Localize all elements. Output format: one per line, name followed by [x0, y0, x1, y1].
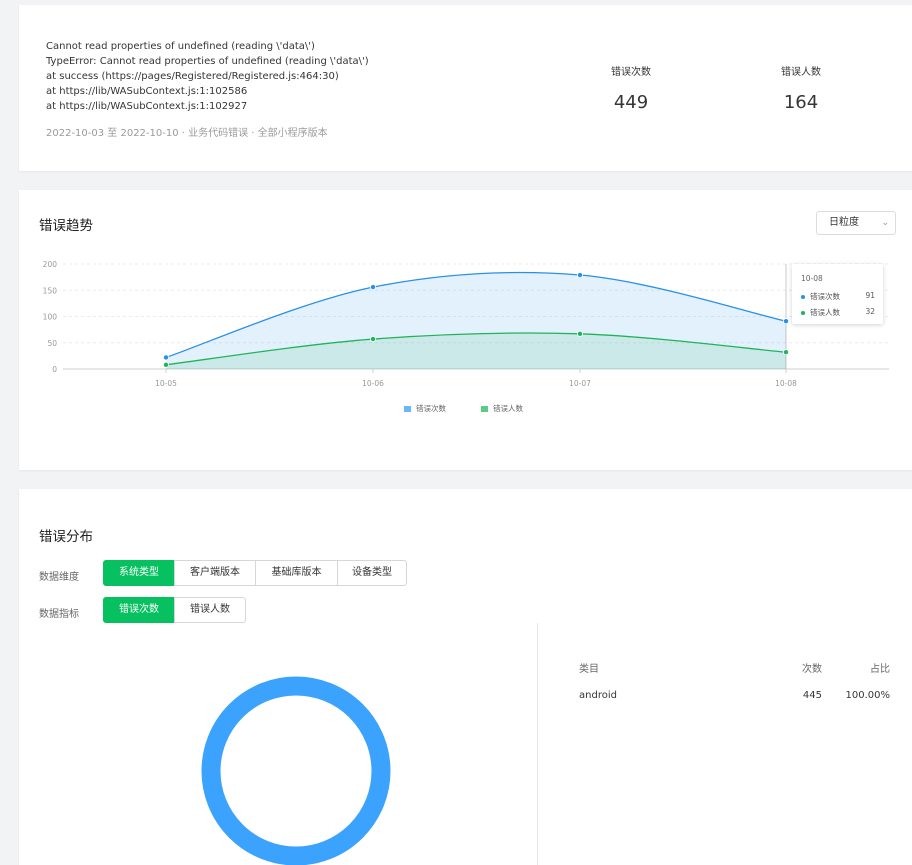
- y-tick-label: 50: [47, 339, 57, 348]
- legend-item-users[interactable]: 错误人数: [481, 403, 523, 414]
- error-trend-card: 错误趋势 日粒度 ⌄ 200 150 100 50 0 10-05 10-06 10-07 10…: [19, 190, 912, 470]
- data-point: [369, 336, 376, 343]
- data-point: [577, 272, 584, 279]
- divider: [537, 623, 538, 865]
- cell-ratio: 100.00%: [845, 690, 891, 701]
- stat-error-users: 错误人数 164: [741, 63, 861, 113]
- data-point: [162, 354, 169, 361]
- chart-tooltip: 10-08 错误次数 91 错误人数 32: [792, 264, 883, 324]
- error-line: at https://lib/WASubContext.js:1:102586: [46, 86, 248, 97]
- x-tick-label: 10-07: [569, 379, 591, 388]
- tooltip-date: 10-08: [801, 274, 823, 283]
- error-distribution-card: 错误分布 数据维度 系统类型 客户端版本 基础库版本 设备类型 数据指标 错误次…: [19, 489, 912, 865]
- tooltip-value: 32: [865, 307, 875, 316]
- stat-value: 164: [783, 92, 819, 113]
- y-tick-label: 100: [43, 313, 58, 322]
- error-summary-card: Cannot read properties of undefined (rea…: [19, 5, 912, 171]
- series-dot-icon: [801, 295, 805, 299]
- error-line: at https://lib/WASubContext.js:1:102927: [46, 101, 248, 112]
- y-tick-label: 150: [43, 286, 58, 295]
- stat-label: 错误人数: [781, 67, 821, 78]
- tooltip-label: 错误次数: [810, 292, 840, 301]
- legend-swatch: [404, 406, 411, 412]
- error-stack: Cannot read properties of undefined (rea…: [46, 39, 369, 114]
- cell-count: 445: [802, 690, 822, 701]
- legend-label: 错误人数: [493, 404, 523, 413]
- x-tick-label: 10-06: [362, 379, 384, 388]
- data-point: [783, 318, 790, 325]
- col-header-ratio: 占比: [870, 664, 890, 675]
- trend-chart: 200 150 100 50 0 10-05 10-06 10-07 10-08: [43, 260, 889, 388]
- tooltip-label: 错误人数: [810, 308, 840, 317]
- legend-swatch: [481, 406, 488, 412]
- y-tick-label: 200: [43, 260, 58, 269]
- x-tick-label: 10-08: [775, 379, 797, 388]
- stat-label: 错误次数: [611, 67, 651, 78]
- distribution-donut-chart: [201, 676, 391, 865]
- cell-category: android: [579, 690, 617, 701]
- tooltip-value: 91: [865, 291, 875, 300]
- tooltip-row: 错误人数 32: [801, 307, 875, 318]
- y-tick-label: 0: [52, 365, 57, 374]
- donut-slice-android[interactable]: [201, 676, 391, 865]
- legend-label: 错误次数: [416, 404, 446, 413]
- data-point: [577, 330, 584, 337]
- data-point: [369, 284, 376, 291]
- legend-item-count[interactable]: 错误次数: [404, 403, 446, 414]
- col-header-category: 类目: [579, 664, 599, 675]
- error-line: at success (https://pages/Registered/Reg…: [46, 71, 339, 82]
- data-point: [162, 361, 169, 368]
- stat-error-count: 错误次数 449: [571, 63, 691, 113]
- series-dot-icon: [801, 311, 805, 315]
- stat-value: 449: [613, 92, 649, 113]
- error-line: TypeError: Cannot read properties of und…: [46, 56, 369, 67]
- x-tick-label: 10-05: [155, 379, 177, 388]
- error-line: Cannot read properties of undefined (rea…: [46, 41, 315, 52]
- tooltip-row: 错误次数 91: [801, 291, 875, 302]
- col-header-count: 次数: [802, 664, 822, 675]
- error-meta: 2022-10-03 至 2022-10-10 · 业务代码错误 · 全部小程序…: [46, 128, 328, 139]
- data-point: [783, 349, 790, 356]
